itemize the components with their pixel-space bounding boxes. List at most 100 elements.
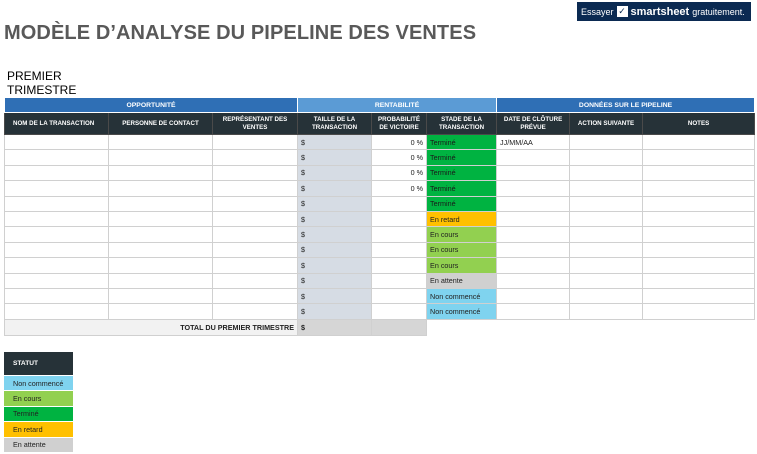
cell-rep[interactable]	[211, 226, 299, 243]
col-close-date[interactable]: DATE DE CLÔTURE PRÉVUE	[496, 112, 571, 135]
cell-contact[interactable]	[108, 210, 213, 228]
cell-close-date[interactable]	[496, 303, 571, 320]
cell-win-prob[interactable]	[371, 257, 428, 274]
col-deal-size[interactable]: TAILLE DE LA TRANSACTION	[297, 112, 373, 135]
cell-rep[interactable]	[211, 210, 299, 228]
cell-win-prob[interactable]: 0 %	[371, 164, 428, 182]
cell-close-date[interactable]	[496, 210, 571, 228]
cell-close-date[interactable]	[496, 164, 571, 182]
cell-contact[interactable]	[108, 257, 213, 274]
cell-win-prob[interactable]	[371, 272, 428, 289]
cell-next-action[interactable]	[569, 287, 644, 305]
cell-deal-size[interactable]: $	[297, 195, 373, 212]
cell-notes[interactable]	[642, 287, 756, 305]
cell-stage[interactable]: En cours	[426, 241, 498, 259]
cell-rep[interactable]	[211, 195, 299, 212]
cell-close-date[interactable]	[496, 226, 571, 243]
cell-deal-name[interactable]	[4, 241, 109, 259]
cell-rep[interactable]	[211, 133, 299, 151]
cell-deal-name[interactable]	[4, 257, 109, 274]
cell-next-action[interactable]	[569, 272, 644, 289]
cell-contact[interactable]	[108, 180, 213, 197]
cell-notes[interactable]	[642, 257, 756, 274]
cell-rep[interactable]	[211, 149, 299, 166]
col-next-action[interactable]: ACTION SUIVANTE	[569, 112, 644, 135]
cell-next-action[interactable]	[569, 149, 644, 166]
cell-deal-size[interactable]: $	[297, 257, 373, 274]
cell-stage[interactable]: En cours	[426, 226, 498, 243]
cell-win-prob[interactable]	[371, 287, 428, 305]
cell-deal-name[interactable]	[4, 195, 109, 212]
cell-rep[interactable]	[211, 180, 299, 197]
cell-notes[interactable]	[642, 241, 756, 259]
cell-close-date[interactable]	[496, 195, 571, 212]
cell-notes[interactable]	[642, 226, 756, 243]
cell-rep[interactable]	[211, 241, 299, 259]
col-rep[interactable]: REPRÉSENTANT DES VENTES	[211, 112, 299, 135]
cell-deal-size[interactable]: $	[297, 149, 373, 166]
cell-next-action[interactable]	[569, 241, 644, 259]
cell-deal-name[interactable]	[4, 180, 109, 197]
cell-win-prob[interactable]	[371, 241, 428, 259]
cell-close-date[interactable]	[496, 149, 571, 166]
cell-win-prob[interactable]: 0 %	[371, 149, 428, 166]
col-stage[interactable]: STADE DE LA TRANSACTION	[426, 112, 498, 135]
cell-stage[interactable]: En attente	[426, 272, 498, 289]
cell-notes[interactable]	[642, 133, 756, 151]
cell-contact[interactable]	[108, 133, 213, 151]
cell-stage[interactable]: Non commencé	[426, 287, 498, 305]
cell-deal-name[interactable]	[4, 149, 109, 166]
cell-notes[interactable]	[642, 303, 756, 320]
cell-win-prob[interactable]: 0 %	[371, 180, 428, 197]
cell-contact[interactable]	[108, 272, 213, 289]
cell-notes[interactable]	[642, 164, 756, 182]
cell-close-date[interactable]	[496, 180, 571, 197]
cell-contact[interactable]	[108, 195, 213, 212]
cell-rep[interactable]	[211, 303, 299, 320]
cell-contact[interactable]	[108, 287, 213, 305]
cell-next-action[interactable]	[569, 164, 644, 182]
cell-contact[interactable]	[108, 226, 213, 243]
cell-notes[interactable]	[642, 272, 756, 289]
cell-next-action[interactable]	[569, 195, 644, 212]
cell-stage[interactable]: Terminé	[426, 133, 498, 151]
cell-stage[interactable]: Terminé	[426, 195, 498, 212]
cell-deal-size[interactable]: $	[297, 133, 373, 151]
cell-win-prob[interactable]	[371, 303, 428, 320]
col-notes[interactable]: NOTES	[642, 112, 756, 135]
col-contact[interactable]: PERSONNE DE CONTACT	[108, 112, 213, 135]
cell-stage[interactable]: Terminé	[426, 180, 498, 197]
cell-stage[interactable]: Terminé	[426, 164, 498, 182]
cell-deal-size[interactable]: $	[297, 164, 373, 182]
cell-rep[interactable]	[211, 164, 299, 182]
cell-win-prob[interactable]	[371, 195, 428, 212]
cell-notes[interactable]	[642, 149, 756, 166]
cell-notes[interactable]	[642, 210, 756, 228]
cell-deal-size[interactable]: $	[297, 210, 373, 228]
cell-deal-name[interactable]	[4, 133, 109, 151]
cell-next-action[interactable]	[569, 133, 644, 151]
cell-deal-name[interactable]	[4, 272, 109, 289]
cell-rep[interactable]	[211, 287, 299, 305]
cell-contact[interactable]	[108, 164, 213, 182]
cell-win-prob[interactable]	[371, 210, 428, 228]
cell-stage[interactable]: En retard	[426, 210, 498, 228]
cell-close-date[interactable]	[496, 241, 571, 259]
cell-win-prob[interactable]: 0 %	[371, 133, 428, 151]
cell-close-date[interactable]	[496, 257, 571, 274]
cell-stage[interactable]: Non commencé	[426, 303, 498, 320]
cell-deal-name[interactable]	[4, 210, 109, 228]
cell-deal-name[interactable]	[4, 164, 109, 182]
cell-next-action[interactable]	[569, 180, 644, 197]
cell-deal-size[interactable]: $	[297, 180, 373, 197]
cell-stage[interactable]: En cours	[426, 257, 498, 274]
cell-deal-size[interactable]: $	[297, 287, 373, 305]
cell-close-date[interactable]: JJ/MM/AA	[496, 133, 571, 151]
col-deal-name[interactable]: NOM DE LA TRANSACTION	[4, 112, 109, 135]
cell-next-action[interactable]	[569, 210, 644, 228]
cell-close-date[interactable]	[496, 272, 571, 289]
cell-deal-name[interactable]	[4, 287, 109, 305]
cell-deal-name[interactable]	[4, 303, 109, 320]
cell-notes[interactable]	[642, 180, 756, 197]
cell-close-date[interactable]	[496, 287, 571, 305]
